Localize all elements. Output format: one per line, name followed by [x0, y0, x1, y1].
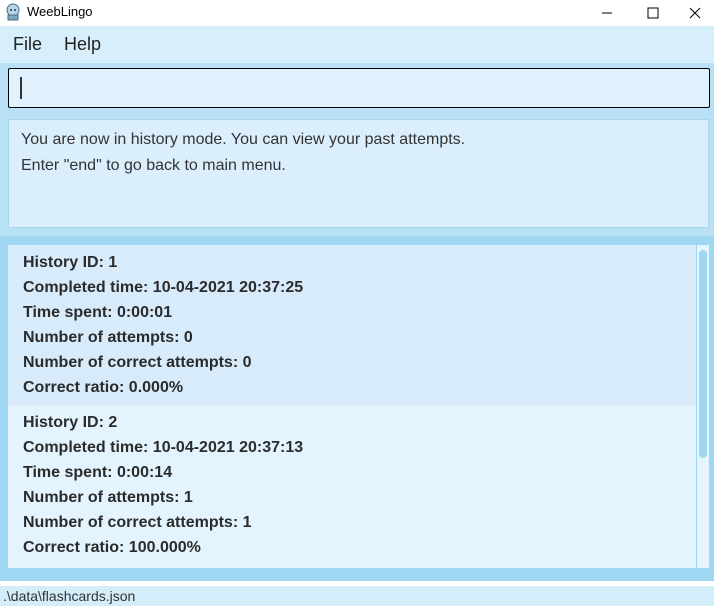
result-line: You are now in history mode. You can vie… — [21, 131, 466, 148]
menu-bar: File Help — [0, 26, 714, 63]
correct-ratio: Correct ratio: 0.000% — [23, 379, 184, 396]
correct-ratio: Correct ratio: 100.000% — [23, 539, 201, 556]
scrollbar-thumb[interactable] — [699, 250, 707, 458]
maximize-button[interactable] — [630, 0, 676, 26]
close-icon — [689, 7, 701, 19]
time-spent: Time spent: 0:00:14 — [23, 464, 173, 481]
history-list[interactable]: History ID: 1 Completed time: 10-04-2021… — [8, 245, 696, 568]
result-line: Enter "end" to go back to main menu. — [21, 157, 286, 174]
close-button[interactable] — [676, 0, 714, 26]
time-spent: Time spent: 0:00:01 — [23, 304, 173, 321]
history-card[interactable]: History ID: 1 Completed time: 10-04-2021… — [8, 245, 696, 405]
attempts-count: Number of attempts: 0 — [23, 329, 193, 346]
text-caret — [20, 77, 22, 99]
completed-time: Completed time: 10-04-2021 20:37:25 — [23, 279, 304, 296]
result-display: You are now in history mode. You can vie… — [8, 119, 709, 228]
status-bar: .\data\flashcards.json — [0, 586, 714, 606]
command-input[interactable] — [8, 68, 710, 108]
history-id: History ID: 1 — [23, 254, 118, 271]
minimize-button[interactable] — [584, 0, 630, 26]
completed-time: Completed time: 10-04-2021 20:37:13 — [23, 439, 304, 456]
minimize-icon — [602, 12, 612, 14]
attempts-count: Number of attempts: 1 — [23, 489, 193, 506]
menu-file[interactable]: File — [5, 26, 50, 63]
data-file-path: .\data\flashcards.json — [3, 588, 136, 604]
history-id: History ID: 2 — [23, 414, 118, 431]
menu-help[interactable]: Help — [56, 26, 109, 63]
correct-attempts-count: Number of correct attempts: 0 — [23, 354, 252, 371]
vertical-scrollbar[interactable] — [697, 245, 709, 568]
history-card[interactable]: History ID: 2 Completed time: 10-04-2021… — [8, 405, 696, 565]
correct-attempts-count: Number of correct attempts: 1 — [23, 514, 252, 531]
window-title: WeebLingo — [27, 4, 93, 19]
maximize-icon — [647, 7, 659, 19]
title-bar: WeebLingo — [0, 0, 714, 26]
app-icon — [6, 3, 20, 21]
